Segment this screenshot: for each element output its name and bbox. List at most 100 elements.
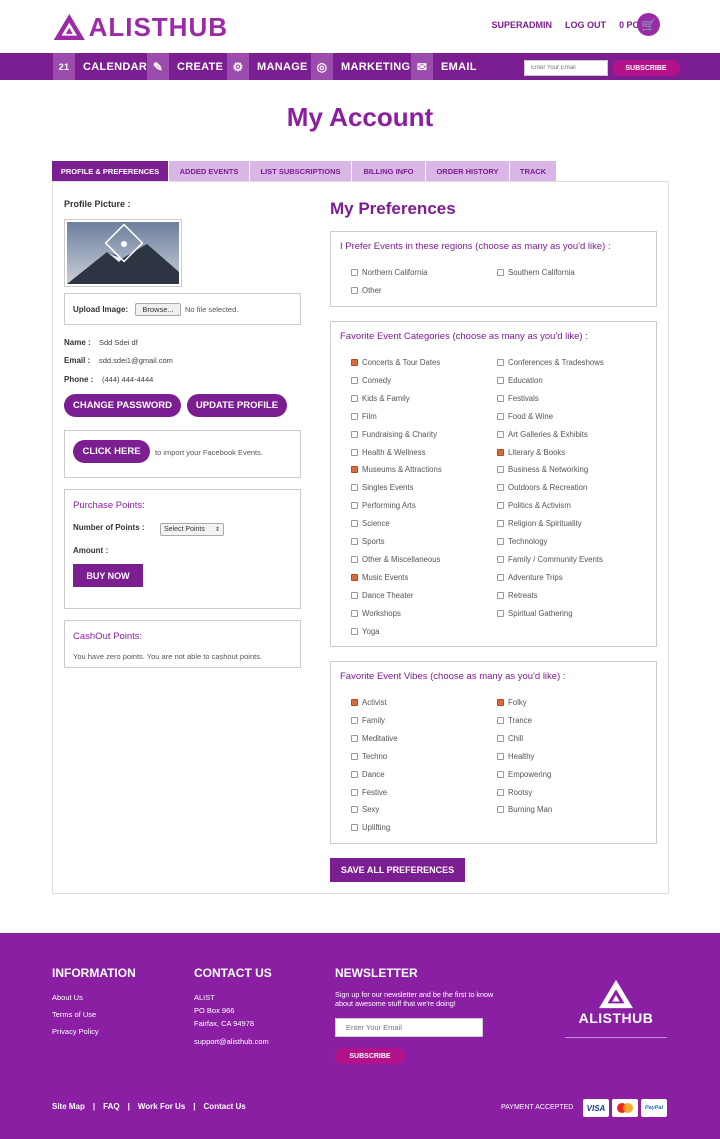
categories-option[interactable]: Comedy: [351, 376, 391, 385]
vibes-checkbox[interactable]: [351, 699, 358, 706]
categories-checkbox[interactable]: [497, 466, 504, 474]
vibes-checkbox[interactable]: [497, 734, 504, 742]
nav-manage[interactable]: ⚙ MANAGE: [227, 53, 308, 80]
categories-checkbox[interactable]: [497, 359, 504, 366]
regions-option[interactable]: Southern California: [497, 268, 575, 277]
categories-checkbox[interactable]: [497, 430, 504, 438]
newsletter-email-input[interactable]: [335, 1018, 483, 1037]
regions-checkbox[interactable]: [497, 269, 504, 276]
footer-terms-link[interactable]: Terms of Use: [52, 1010, 96, 1019]
vibes-checkbox[interactable]: [497, 716, 504, 724]
categories-checkbox[interactable]: [497, 591, 504, 599]
site-logo[interactable]: ALISTHUB: [52, 10, 228, 44]
categories-checkbox[interactable]: [497, 376, 504, 384]
categories-option[interactable]: Art Galleries & Exhibits: [497, 430, 588, 439]
categories-checkbox[interactable]: [351, 394, 358, 402]
vibes-checkbox[interactable]: [497, 699, 504, 706]
vibes-checkbox[interactable]: [351, 752, 358, 760]
footer-contact-email[interactable]: support@alisthub.com: [194, 1037, 269, 1046]
sitemap-link[interactable]: Site Map: [52, 1102, 85, 1111]
vibes-checkbox[interactable]: [497, 752, 504, 760]
vibes-checkbox[interactable]: [351, 824, 358, 832]
browse-button[interactable]: Browse...: [135, 303, 181, 316]
categories-option[interactable]: Concerts & Tour Dates: [351, 358, 440, 367]
categories-option[interactable]: Singles Events: [351, 483, 414, 492]
vibes-option[interactable]: Sexy: [351, 805, 379, 814]
categories-option[interactable]: Dance Theater: [351, 591, 413, 600]
categories-checkbox[interactable]: [351, 520, 358, 528]
categories-checkbox[interactable]: [351, 555, 358, 563]
vibes-option[interactable]: Activist: [351, 698, 387, 707]
vibes-option[interactable]: Meditative: [351, 734, 398, 743]
categories-checkbox[interactable]: [351, 484, 358, 492]
categories-option[interactable]: Education: [497, 376, 543, 385]
categories-option[interactable]: Spiritual Gathering: [497, 609, 573, 618]
categories-option[interactable]: Retreats: [497, 591, 537, 600]
categories-checkbox[interactable]: [351, 538, 358, 545]
vibes-option[interactable]: Uplifting: [351, 823, 390, 832]
superadmin-link[interactable]: SUPERADMIN: [491, 20, 552, 30]
vibes-option[interactable]: Chill: [497, 734, 523, 743]
buy-now-button[interactable]: BUY NOW: [73, 564, 143, 587]
regions-option[interactable]: Other: [351, 286, 382, 295]
footer-about-link[interactable]: About Us: [52, 993, 83, 1002]
categories-checkbox[interactable]: [497, 609, 504, 617]
work-for-us-link[interactable]: Work For Us: [138, 1102, 185, 1111]
vibes-checkbox[interactable]: [497, 788, 504, 796]
categories-checkbox[interactable]: [351, 627, 358, 635]
categories-checkbox[interactable]: [497, 573, 504, 581]
vibes-checkbox[interactable]: [351, 734, 358, 742]
vibes-option[interactable]: Empowering: [497, 770, 551, 779]
categories-checkbox[interactable]: [351, 359, 358, 366]
categories-checkbox[interactable]: [351, 573, 358, 581]
footer-privacy-link[interactable]: Privacy Policy: [52, 1027, 99, 1036]
categories-checkbox[interactable]: [351, 466, 358, 474]
contact-us-link[interactable]: Contact Us: [204, 1102, 246, 1111]
categories-option[interactable]: Yoga: [351, 627, 380, 636]
regions-option[interactable]: Northern California: [351, 268, 427, 277]
select-points-dropdown[interactable]: Select Points ⇕: [160, 523, 224, 536]
categories-checkbox[interactable]: [351, 609, 358, 617]
categories-checkbox[interactable]: [351, 502, 358, 510]
categories-option[interactable]: Literary & Books: [497, 448, 565, 457]
categories-option[interactable]: Other & Miscellaneous: [351, 555, 440, 564]
tab-profile-preferences[interactable]: PROFILE & PREFERENCES: [52, 161, 169, 181]
categories-option[interactable]: Performing Arts: [351, 501, 416, 510]
categories-checkbox[interactable]: [351, 448, 358, 456]
categories-option[interactable]: Museums & Attractions: [351, 465, 442, 474]
categories-checkbox[interactable]: [497, 484, 504, 492]
vibes-option[interactable]: Trance: [497, 716, 532, 725]
categories-option[interactable]: Music Events: [351, 573, 408, 582]
newsletter-subscribe-button[interactable]: SUBSCRIBE: [335, 1048, 405, 1064]
nav-subscribe-button[interactable]: SUBSCRIBE: [612, 60, 680, 76]
tab-added-events[interactable]: ADDED EVENTS: [169, 161, 250, 181]
categories-option[interactable]: Kids & Family: [351, 394, 410, 403]
categories-option[interactable]: Health & Wellness: [351, 448, 426, 457]
categories-checkbox[interactable]: [497, 412, 504, 420]
regions-checkbox[interactable]: [351, 269, 358, 276]
nav-calendar[interactable]: 21 CALENDAR: [53, 53, 147, 80]
vibes-option[interactable]: Dance: [351, 770, 385, 779]
categories-checkbox[interactable]: [351, 430, 358, 438]
categories-option[interactable]: Outdoors & Recreation: [497, 483, 587, 492]
categories-option[interactable]: Sports: [351, 537, 385, 546]
cart-icon[interactable]: 🛒: [637, 13, 660, 36]
vibes-option[interactable]: Techno: [351, 752, 387, 761]
vibes-option[interactable]: Folky: [497, 698, 527, 707]
categories-checkbox[interactable]: [497, 520, 504, 528]
categories-checkbox[interactable]: [351, 376, 358, 384]
categories-option[interactable]: Technology: [497, 537, 547, 546]
categories-checkbox[interactable]: [497, 502, 504, 510]
categories-option[interactable]: Workshops: [351, 609, 401, 618]
nav-create[interactable]: ✎ CREATE: [147, 53, 223, 80]
categories-option[interactable]: Religion & Spirituality: [497, 519, 582, 528]
change-password-button[interactable]: CHANGE PASSWORD: [64, 394, 181, 417]
vibes-option[interactable]: Festive: [351, 788, 387, 797]
save-preferences-button[interactable]: SAVE ALL PREFERENCES: [330, 858, 465, 882]
categories-checkbox[interactable]: [497, 555, 504, 563]
vibes-checkbox[interactable]: [497, 770, 504, 778]
faq-link[interactable]: FAQ: [103, 1102, 119, 1111]
nav-marketing[interactable]: ◎ MARKETING: [311, 53, 410, 80]
categories-checkbox[interactable]: [351, 412, 358, 420]
vibes-option[interactable]: Rootsy: [497, 788, 532, 797]
